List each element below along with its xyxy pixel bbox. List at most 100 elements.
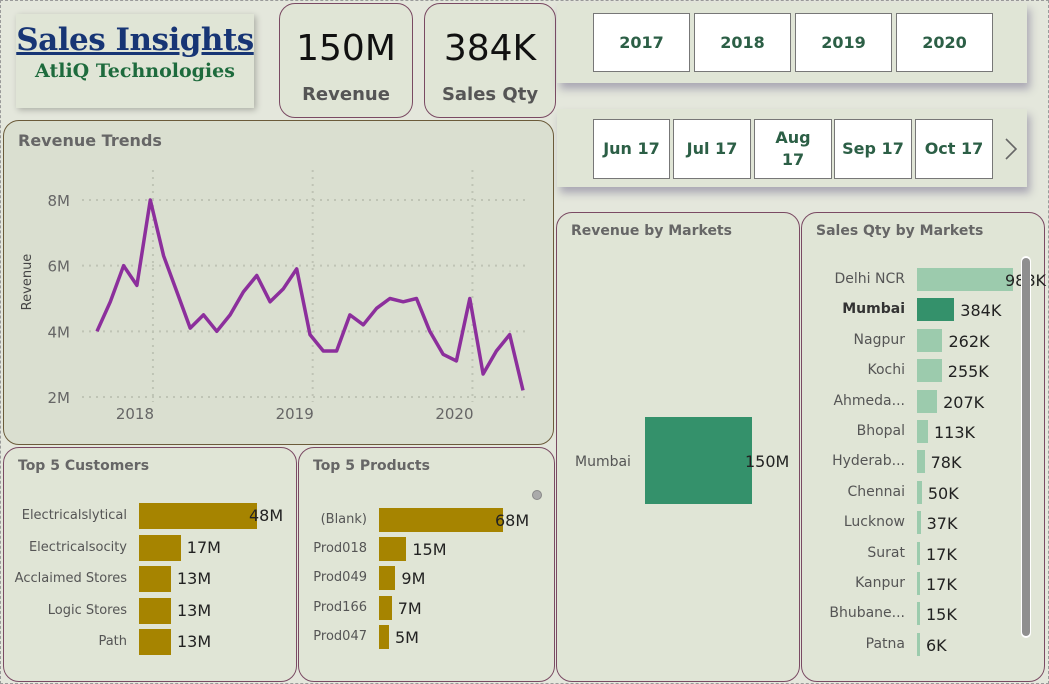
bar-category-label: Bhopal	[856, 423, 905, 439]
bar-category-label: Delhi NCR	[834, 271, 905, 287]
bar[interactable]	[917, 480, 922, 504]
bar-category-label: Ahmeda...	[833, 392, 905, 409]
kpi-label: Sales Qty	[441, 84, 539, 105]
bar[interactable]	[917, 298, 955, 322]
bar-value-label: 15M	[412, 540, 447, 560]
bar[interactable]	[917, 450, 925, 474]
scrollbar-thumb[interactable]	[1022, 258, 1030, 636]
bar-value-label: 17K	[926, 575, 957, 594]
kpi-label: Revenue	[302, 84, 390, 105]
bar-value-label: 17M	[186, 537, 221, 557]
revenue-trend-chart[interactable]: 8M 6M 4M 2M 2018 2019 2020 Revenue	[0, 120, 556, 445]
bar-category-label: Prod047	[313, 628, 367, 644]
y-tick-label: 6M	[48, 258, 71, 276]
bar-category-label: Chennai	[847, 483, 905, 500]
bar[interactable]	[917, 602, 920, 626]
bar-category-label: Mumbai	[575, 454, 631, 470]
sales-qty-by-markets-chart[interactable]: Delhi NCR988KMumbai384KNagpur262KKochi25…	[801, 212, 1046, 682]
kpi-value: 150M	[296, 28, 396, 69]
bar[interactable]	[917, 389, 938, 413]
revenue-series-line[interactable]	[95, 198, 525, 391]
bar-category-label: Electricalsocity	[28, 539, 127, 555]
bar-category-label: Electricalslytical	[21, 508, 127, 523]
bar[interactable]	[917, 511, 921, 535]
y-axis-label: Revenue	[20, 254, 35, 311]
bar[interactable]	[917, 420, 928, 443]
y-tick-label: 8M	[48, 192, 71, 210]
bar[interactable]	[379, 595, 392, 620]
kpi-card-revenue[interactable]: 150M Revenue	[279, 3, 413, 118]
y-tick-label: 2M	[48, 389, 71, 407]
bar-value-label: 13M	[176, 600, 212, 620]
bar-category-label: Kochi	[867, 362, 905, 379]
bar[interactable]	[139, 534, 181, 561]
bar[interactable]	[139, 503, 257, 529]
bar[interactable]	[917, 572, 920, 595]
bar-category-label: Prod166	[313, 599, 367, 615]
bar[interactable]	[917, 268, 1013, 291]
company-name: AtliQ Technologies	[35, 60, 235, 82]
bar-category-label: Path	[98, 634, 127, 649]
bar-value-label: 37K	[926, 514, 958, 534]
bar[interactable]	[139, 629, 171, 655]
bar-category-label: Acclaimed Stores	[14, 571, 127, 586]
kpi-value: 384K	[443, 28, 537, 69]
x-tick-label: 2019	[276, 405, 314, 423]
year-chip-2020[interactable]: 2020	[896, 13, 993, 72]
bar-value-label: 50K	[927, 483, 959, 503]
kpi-card-sales-qty[interactable]: 384K Sales Qty	[424, 3, 556, 118]
bar[interactable]	[917, 541, 920, 565]
bar-value-label: 5M	[395, 627, 419, 647]
bar-value-label: 78K	[930, 453, 962, 473]
bar[interactable]	[917, 328, 943, 352]
year-chip-2019[interactable]: 2019	[795, 13, 892, 72]
year-chip-2017[interactable]: 2017	[593, 13, 690, 72]
bar[interactable]	[379, 508, 503, 532]
scroll-indicator[interactable]	[532, 490, 542, 500]
bar-value-label: 13M	[176, 569, 212, 588]
chevron-right-icon[interactable]	[1002, 136, 1020, 162]
bar[interactable]	[139, 597, 171, 624]
bar[interactable]	[917, 632, 920, 656]
bar-value-label: 48M	[249, 506, 284, 525]
bar-category-label: Hyderab...	[832, 453, 905, 470]
bar-value-label: 207K	[943, 392, 985, 412]
bar-category-label: Bhubane...	[829, 605, 905, 622]
year-chip-2018[interactable]: 2018	[694, 13, 791, 72]
bar[interactable]	[379, 624, 389, 649]
bar-value-label: 6K	[926, 635, 947, 655]
top-products-chart[interactable]: (Blank) 68M Prod018 15M Prod049 9M Prod166 7M Pr…	[298, 447, 555, 682]
month-chip[interactable]: Jul 17	[673, 119, 751, 179]
top-customers-chart[interactable]: Electricalslytical 48M Electricalsocity 17M…	[3, 447, 297, 682]
month-chip[interactable]: Jun 17	[593, 119, 670, 179]
bar-category-label: Mumbai	[842, 301, 905, 318]
bar[interactable]	[139, 566, 171, 592]
month-chip[interactable]: Aug 17	[754, 119, 832, 179]
bar-value-label: 7M	[397, 598, 422, 618]
bar-category-label: Nagpur	[853, 331, 905, 348]
bar-category-label: Prod018	[313, 541, 367, 557]
bar[interactable]	[917, 359, 942, 383]
bar-value-label: 150M	[745, 452, 790, 471]
bar-value-label: 9M	[401, 569, 426, 589]
x-tick-label: 2018	[116, 405, 154, 423]
month-chip[interactable]: Sep 17	[834, 119, 912, 179]
bar-value-label: 13M	[176, 632, 212, 651]
bar-category-label: Lucknow	[843, 514, 905, 531]
bar[interactable]	[379, 566, 396, 591]
y-tick-label: 4M	[48, 323, 71, 341]
bar-value-label: 68M	[495, 511, 530, 530]
bar-category-label: (Blank)	[320, 512, 367, 527]
page-title: Sales Insights	[16, 22, 254, 58]
bar[interactable]	[379, 537, 407, 562]
revenue-by-markets-chart[interactable]: Mumbai 150M	[556, 212, 800, 682]
bar-category-label: Logic Stores	[47, 602, 127, 618]
month-chip[interactable]: Oct 17	[915, 119, 993, 179]
bar-category-label: Surat	[867, 544, 905, 561]
bar-value-label: 262K	[948, 331, 990, 351]
bar-category-label: Prod049	[313, 570, 367, 586]
bar[interactable]	[645, 417, 752, 504]
bar-value-label: 113K	[933, 423, 975, 442]
bar-category-label: Patna	[865, 635, 905, 652]
scrollbar-track[interactable]	[1021, 256, 1031, 638]
